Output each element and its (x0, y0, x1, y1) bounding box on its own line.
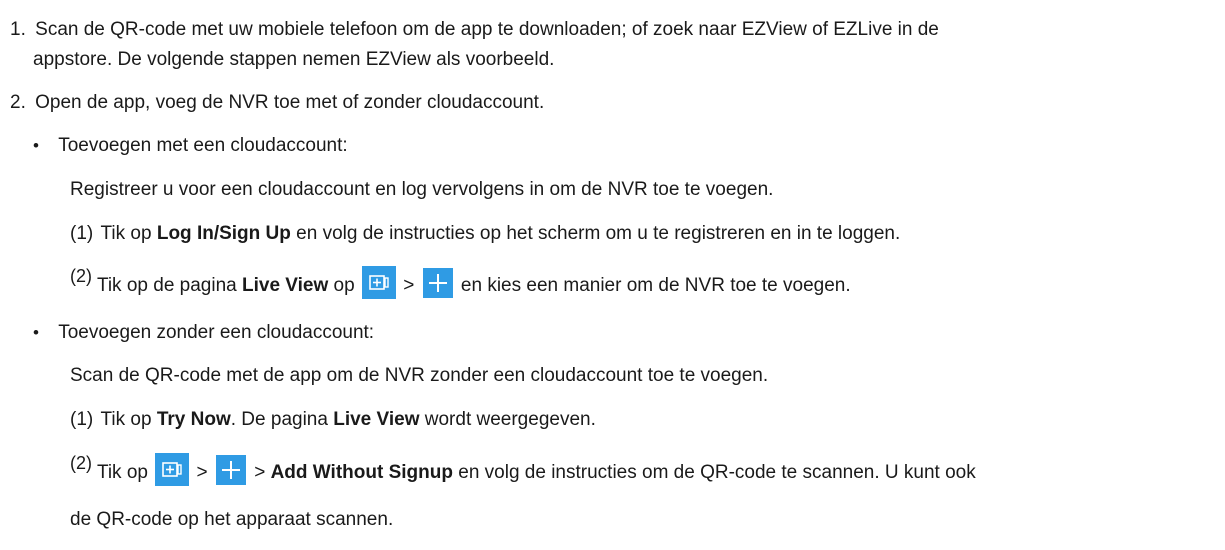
without-cloud-sub-1-post: wordt weergegeven. (419, 409, 596, 430)
step-1-line-1: 1. Scan de QR-code met uw mobiele telefo… (10, 17, 939, 43)
with-cloud-sub-1: (1) Tik op Log In/Sign Up en volg de ins… (70, 221, 900, 247)
step-1-text-line-2: appstore. De volgende stappen nemen EZVi… (33, 49, 555, 70)
without-cloud-intro: Scan de QR-code met de app om de NVR zon… (70, 365, 769, 386)
with-cloud-sub-2-post: en kies een manier om de NVR toe te voeg… (455, 275, 851, 296)
step-2-line: 2. Open de app, voeg de NVR toe met of z… (10, 90, 544, 116)
without-cloud-sub-1: (1) Tik op Try Now. De pagina Live View … (70, 407, 596, 433)
live-view-label: Live View (242, 275, 329, 296)
bullet-without-cloud: • (33, 323, 39, 342)
without-cloud-sub-2-sep-2: > (248, 462, 271, 483)
step-2-number: 2. (10, 92, 26, 113)
step-1-line-2: appstore. De volgende stappen nemen EZVi… (33, 47, 554, 73)
add-device-icon (155, 453, 190, 487)
without-cloud-heading: Toevoegen zonder een cloudaccount: (58, 322, 375, 343)
with-cloud-sub-1-pre: Tik op (100, 223, 157, 244)
live-view-label-2: Live View (333, 409, 420, 430)
step-1-text-line-1: Scan de QR-code met uw mobiele telefoon … (35, 19, 939, 40)
with-cloud-heading: Toevoegen met een cloudaccount: (58, 135, 348, 156)
plus-icon (215, 454, 246, 485)
step-2-text: Open de app, voeg de NVR toe met of zond… (35, 92, 545, 113)
without-cloud-sub-1-pre: Tik op (100, 409, 157, 430)
without-cloud-sub-2: (2) Tik op > > Add Without Signup en vol… (70, 453, 976, 490)
add-without-signup-label: Add Without Signup (270, 462, 453, 483)
without-cloud-sub-2-number: (2) (70, 453, 92, 473)
plus-icon (422, 267, 453, 298)
step-1-number: 1. (10, 19, 26, 40)
with-cloud-sub-2-pre: Tik op de pagina (96, 275, 242, 296)
without-cloud-sub-1-mid: . De pagina (230, 409, 334, 430)
with-cloud-intro: Registreer u voor een cloudaccount en lo… (70, 179, 774, 200)
with-cloud-sub-2: (2) Tik op de pagina Live View op > en k… (70, 266, 851, 303)
without-cloud-sub-2-post-line-1: en volg de instructies om de QR-code te … (452, 462, 976, 483)
without-cloud-sub-2-pre: Tik op (96, 462, 154, 483)
without-cloud-sub-2-sep-1: > (191, 462, 213, 483)
with-cloud-sub-2-mid: op (328, 275, 360, 296)
with-cloud-heading-line: • Toevoegen met een cloudaccount: (33, 133, 348, 159)
with-cloud-sub-1-post: en volg de instructies op het scherm om … (290, 223, 901, 244)
without-cloud-heading-line: • Toevoegen zonder een cloudaccount: (33, 320, 374, 346)
log-in-sign-up-label: Log In/Sign Up (156, 223, 291, 244)
bullet-with-cloud: • (33, 136, 39, 155)
without-cloud-sub-1-number: (1) (70, 409, 94, 430)
with-cloud-sub-1-number: (1) (70, 223, 94, 244)
without-cloud-sub-2-line-2: de QR-code op het apparaat scannen. (70, 509, 394, 530)
try-now-label: Try Now (156, 409, 231, 430)
add-device-icon (361, 266, 396, 300)
with-cloud-sub-2-sep: > (397, 275, 420, 296)
with-cloud-sub-2-number: (2) (70, 266, 92, 286)
